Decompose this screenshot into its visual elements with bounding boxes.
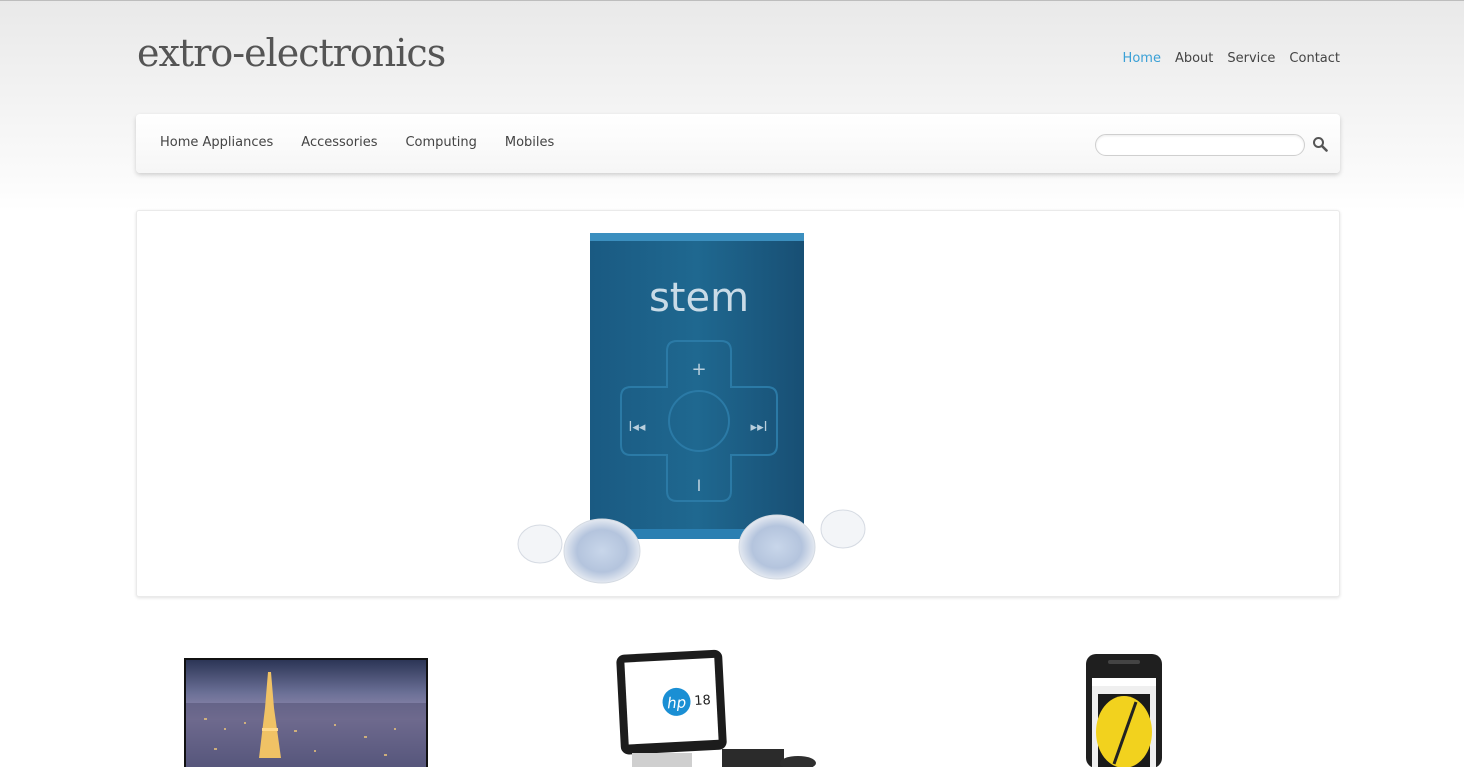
tv-image <box>184 658 428 767</box>
top-nav-contact[interactable]: Contact <box>1289 51 1340 66</box>
top-nav-home[interactable]: Home <box>1123 51 1161 66</box>
player-next-glyph: ▸▸I <box>751 420 768 435</box>
pc-model-label: 18 <box>694 693 711 709</box>
featured-slider[interactable]: stem + I I◂◂ ▸▸I <box>136 210 1340 597</box>
category-menu-bar: Home Appliances Accessories Computing Mo… <box>136 114 1340 173</box>
search-input[interactable] <box>1095 134 1305 156</box>
search-icon[interactable] <box>1312 136 1328 152</box>
menu-item-accessories[interactable]: Accessories <box>301 135 377 150</box>
player-prev-glyph: I◂◂ <box>629 420 646 435</box>
top-nav: Home About Service Contact <box>1123 51 1340 66</box>
page: extro-electronics Home About Service Con… <box>0 0 1464 767</box>
category-menu: Home Appliances Accessories Computing Mo… <box>160 135 554 150</box>
player-minus-glyph: I <box>697 476 702 495</box>
menu-item-mobiles[interactable]: Mobiles <box>505 135 554 150</box>
product-smartphone[interactable] <box>1084 654 1164 767</box>
menu-item-home-appliances[interactable]: Home Appliances <box>160 135 273 150</box>
smartphone-image <box>1086 654 1162 767</box>
top-nav-service[interactable]: Service <box>1227 51 1275 66</box>
svg-text:hp: hp <box>667 693 687 712</box>
pc-image: hp 18 <box>602 641 828 767</box>
site-logo[interactable]: extro-electronics <box>137 31 446 75</box>
product-tv[interactable] <box>184 658 428 767</box>
menu-item-computing[interactable]: Computing <box>405 135 476 150</box>
mp3-player-image: stem + I I◂◂ ▸▸I <box>517 233 866 584</box>
top-nav-about[interactable]: About <box>1175 51 1213 66</box>
product-all-in-one-pc[interactable]: hp 18 <box>602 641 828 767</box>
player-plus-glyph: + <box>691 359 706 380</box>
player-brand-label: stem <box>649 275 749 321</box>
